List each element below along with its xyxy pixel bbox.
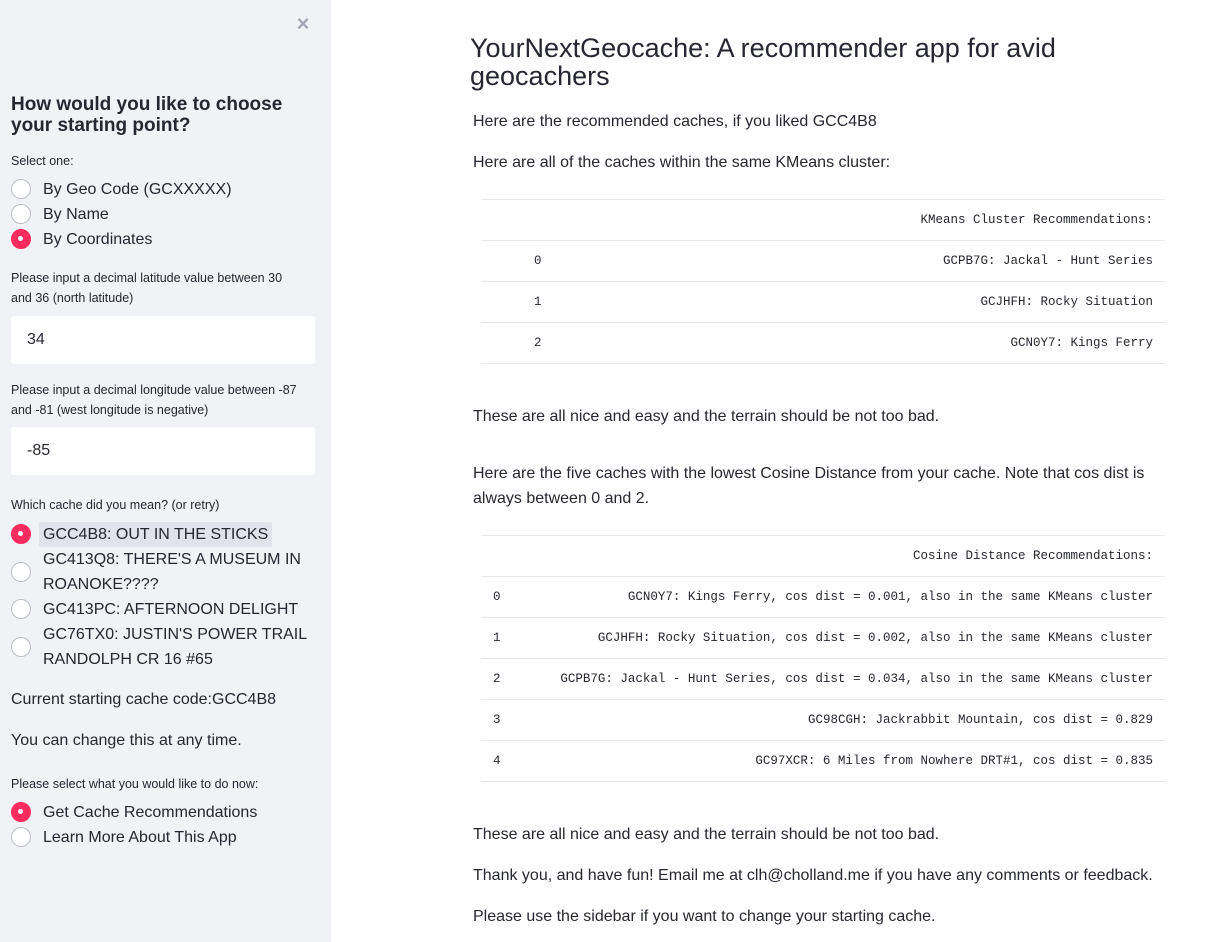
- row-value: GCJHFH: Rocky Situation, cos dist = 0.00…: [541, 617, 1165, 659]
- action-radio-group: Get Cache Recommendations Learn More Abo…: [11, 800, 321, 850]
- radio-by-coordinates[interactable]: By Coordinates: [11, 227, 321, 252]
- table-row: 0 GCN0Y7: Kings Ferry, cos dist = 0.001,…: [481, 576, 1165, 618]
- row-index: 2: [481, 322, 557, 364]
- radio-button-icon[interactable]: [11, 562, 31, 582]
- choose-method-radio-group: By Geo Code (GCXXXXX) By Name By Coordin…: [11, 177, 321, 252]
- radio-button-icon[interactable]: [11, 179, 31, 199]
- index-header: [481, 535, 541, 577]
- radio-by-geo-code[interactable]: By Geo Code (GCXXXXX): [11, 177, 321, 202]
- latitude-input[interactable]: [11, 316, 315, 364]
- radio-label: GC413PC: AFTERNOON DELIGHT: [43, 601, 299, 618]
- kmeans-column-header: KMeans Cluster Recommendations:: [557, 199, 1165, 241]
- action-label: Please select what you would like to do …: [11, 777, 259, 791]
- radio-label: GC413Q8: THERE'S A MUSEUM IN ROANOKE????: [43, 551, 301, 593]
- kmeans-note-text: These are all nice and easy and the terr…: [473, 408, 940, 425]
- table-row: 3 GC98CGH: Jackrabbit Mountain, cos dist…: [481, 699, 1165, 741]
- radio-cache-gc76tx0[interactable]: GC76TX0: JUSTIN'S POWER TRAIL RANDOLPH C…: [11, 622, 321, 672]
- radio-label: Learn More About This App: [43, 829, 237, 846]
- row-value: GCPB7G: Jackal - Hunt Series, cos dist =…: [541, 658, 1165, 700]
- kmeans-intro-text: Here are all of the caches within the sa…: [473, 154, 891, 171]
- radio-cache-gcc4b8[interactable]: GCC4B8: OUT IN THE STICKS: [11, 522, 321, 547]
- radio-by-name[interactable]: By Name: [11, 202, 321, 227]
- radio-label: GCC4B8: OUT IN THE STICKS: [39, 522, 273, 547]
- page-title: YourNextGeocache: A recommender app for …: [470, 33, 1056, 91]
- radio-button-icon[interactable]: [11, 599, 31, 619]
- radio-cache-gc413q8[interactable]: GC413Q8: THERE'S A MUSEUM IN ROANOKE????: [11, 547, 321, 597]
- table-header-row: KMeans Cluster Recommendations:: [481, 199, 1165, 241]
- which-cache-label: Which cache did you mean? (or retry): [11, 498, 220, 512]
- table-header-row: Cosine Distance Recommendations:: [481, 535, 1165, 577]
- kmeans-recommendations-table: KMeans Cluster Recommendations: 0 GCPB7G…: [481, 199, 1165, 364]
- change-note-text: You can change this at any time.: [11, 732, 242, 749]
- radio-label: GC76TX0: JUSTIN'S POWER TRAIL RANDOLPH C…: [43, 626, 307, 668]
- row-index: 2: [481, 658, 541, 700]
- cache-choice-radio-group: GCC4B8: OUT IN THE STICKS GC413Q8: THERE…: [11, 522, 321, 672]
- radio-selected-icon[interactable]: [11, 229, 31, 249]
- longitude-label: Please input a decimal longitude value b…: [11, 383, 297, 417]
- table-row: 4 GC97XCR: 6 Miles from Nowhere DRT#1, c…: [481, 740, 1165, 782]
- row-index: 1: [481, 281, 557, 323]
- row-value: GCN0Y7: Kings Ferry, cos dist = 0.001, a…: [541, 576, 1165, 618]
- radio-label: By Geo Code (GCXXXXX): [43, 181, 232, 198]
- radio-label: Get Cache Recommendations: [43, 804, 258, 821]
- cosine-recommendations-table: Cosine Distance Recommendations: 0 GCN0Y…: [481, 535, 1165, 782]
- intro-text: Here are the recommended caches, if you …: [473, 113, 877, 130]
- sidebar: × How would you like to choose your star…: [0, 0, 331, 942]
- row-index: 1: [481, 617, 541, 659]
- cosine-intro-text: Here are the five caches with the lowest…: [473, 465, 1145, 507]
- radio-cache-gc413pc[interactable]: GC413PC: AFTERNOON DELIGHT: [11, 597, 321, 622]
- radio-get-recommendations[interactable]: Get Cache Recommendations: [11, 800, 321, 825]
- radio-button-icon[interactable]: [11, 637, 31, 657]
- radio-label: By Coordinates: [43, 231, 153, 248]
- row-index: 0: [481, 240, 557, 282]
- row-value: GC97XCR: 6 Miles from Nowhere DRT#1, cos…: [541, 740, 1165, 782]
- longitude-input[interactable]: [11, 427, 315, 475]
- table-row: 2 GCN0Y7: Kings Ferry: [481, 322, 1165, 364]
- table-row: 0 GCPB7G: Jackal - Hunt Series: [481, 240, 1165, 282]
- row-value: GCJHFH: Rocky Situation: [557, 281, 1165, 323]
- radio-selected-icon[interactable]: [11, 524, 31, 544]
- row-value: GCN0Y7: Kings Ferry: [557, 322, 1165, 364]
- table-row: 1 GCJHFH: Rocky Situation, cos dist = 0.…: [481, 617, 1165, 659]
- radio-learn-more[interactable]: Learn More About This App: [11, 825, 321, 850]
- radio-button-icon[interactable]: [11, 827, 31, 847]
- radio-label: By Name: [43, 206, 109, 223]
- radio-button-icon[interactable]: [11, 204, 31, 224]
- index-header: [481, 199, 557, 241]
- table-row: 2 GCPB7G: Jackal - Hunt Series, cos dist…: [481, 658, 1165, 700]
- sidebar-heading: How would you like to choose your starti…: [11, 94, 283, 136]
- close-sidebar-icon[interactable]: ×: [293, 12, 313, 36]
- sidebar-note-text: Please use the sidebar if you want to ch…: [473, 908, 936, 925]
- cosine-column-header: Cosine Distance Recommendations:: [541, 535, 1165, 577]
- row-value: GC98CGH: Jackrabbit Mountain, cos dist =…: [541, 699, 1165, 741]
- row-index: 0: [481, 576, 541, 618]
- thanks-text: Thank you, and have fun! Email me at clh…: [473, 867, 1153, 884]
- row-value: GCPB7G: Jackal - Hunt Series: [557, 240, 1165, 282]
- current-cache-text: Current starting cache code:GCC4B8: [11, 691, 277, 708]
- row-index: 3: [481, 699, 541, 741]
- table-row: 1 GCJHFH: Rocky Situation: [481, 281, 1165, 323]
- cosine-note-text: These are all nice and easy and the terr…: [473, 826, 940, 843]
- main-content: YourNextGeocache: A recommender app for …: [331, 0, 1225, 942]
- radio-selected-icon[interactable]: [11, 802, 31, 822]
- select-one-label: Select one:: [11, 154, 74, 168]
- latitude-label: Please input a decimal latitude value be…: [11, 271, 283, 305]
- row-index: 4: [481, 740, 541, 782]
